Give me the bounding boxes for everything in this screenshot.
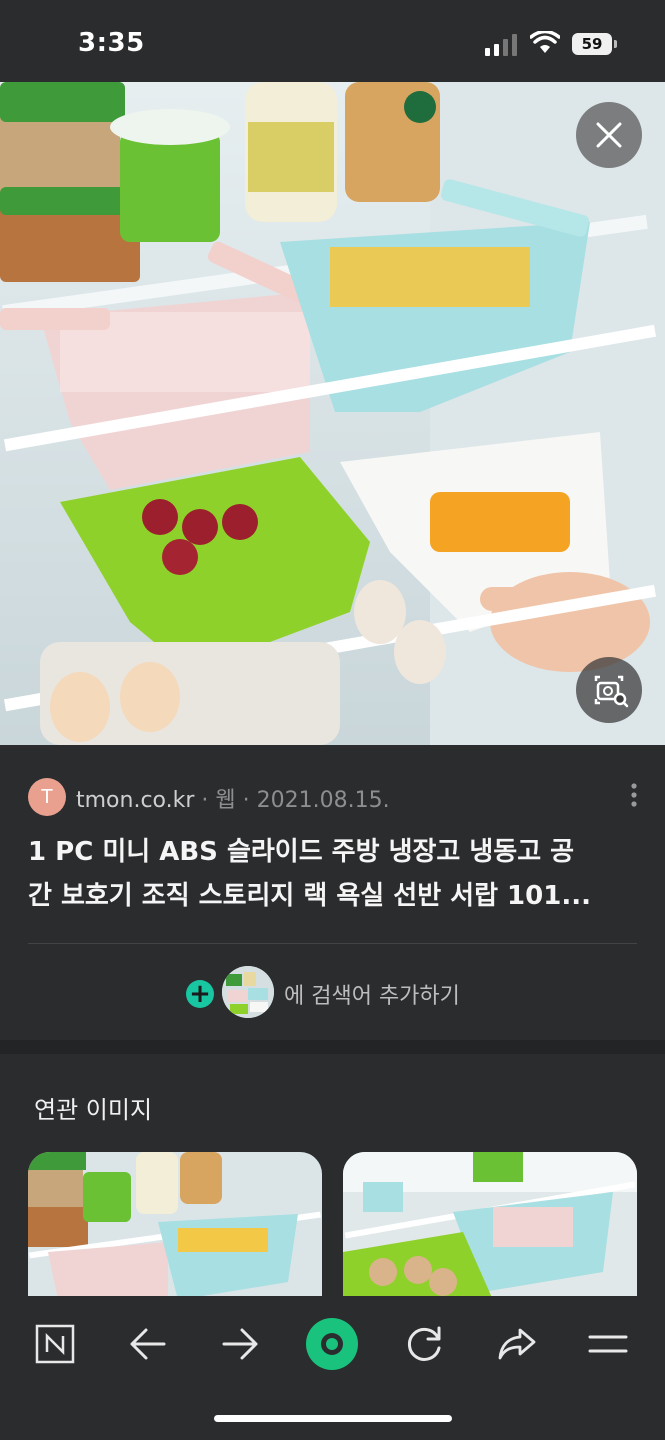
image-search-icon — [594, 675, 629, 708]
title-line-1: 1 PC 미니 ABS 슬라이드 주방 냉장고 냉동고 공 — [28, 837, 575, 867]
divider — [28, 943, 637, 944]
signal-icon — [485, 34, 517, 56]
source-site[interactable]: tmon.co.kr — [76, 788, 194, 813]
section-separator — [0, 1040, 665, 1054]
refresh-icon[interactable] — [394, 1314, 454, 1374]
image-search-button[interactable] — [576, 657, 642, 723]
battery-level: 59 — [581, 35, 603, 53]
status-time: 3:35 — [78, 28, 145, 58]
home-indicator[interactable] — [214, 1415, 452, 1422]
separator: · — [235, 788, 257, 813]
status-bar: 3:35 59 — [0, 0, 665, 82]
battery-icon: 59 — [572, 33, 620, 57]
source-date: 2021.08.15. — [256, 788, 390, 813]
menu-icon[interactable] — [578, 1314, 638, 1374]
back-arrow-icon[interactable] — [118, 1314, 178, 1374]
more-options-icon[interactable] — [624, 780, 644, 810]
related-image-2[interactable] — [343, 1152, 637, 1300]
share-icon[interactable] — [486, 1314, 546, 1374]
forward-arrow-icon[interactable] — [210, 1314, 270, 1374]
add-search-label: 에 검색어 추가하기 — [284, 984, 460, 1009]
title-line-2: 간 보호기 조직 스토리지 랙 욕실 선반 서랍 101... — [28, 881, 591, 911]
close-button[interactable] — [576, 102, 642, 168]
thumbnail-image — [222, 966, 274, 1018]
add-search-term-button[interactable]: + 에 검색어 추가하기 — [186, 966, 506, 1022]
related-images-title: 연관 이미지 — [34, 1096, 153, 1124]
naver-home-icon[interactable] — [25, 1314, 85, 1374]
related-image-1[interactable] — [28, 1152, 322, 1300]
source-info: tmon.co.kr · 웹 · 2021.08.15. — [76, 782, 390, 814]
product-image[interactable] — [0, 82, 665, 745]
plus-icon: + — [186, 980, 214, 1008]
source-type: 웹 — [215, 788, 236, 813]
source-row[interactable]: T tmon.co.kr · 웹 · 2021.08.15. — [28, 776, 648, 816]
close-icon — [596, 122, 622, 148]
result-title[interactable]: 1 PC 미니 ABS 슬라이드 주방 냉장고 냉동고 공 간 보호기 조직 스… — [28, 830, 638, 918]
wifi-icon — [530, 31, 560, 53]
site-avatar: T — [28, 778, 66, 816]
green-dot-icon[interactable] — [302, 1314, 362, 1374]
separator: · — [194, 788, 216, 813]
